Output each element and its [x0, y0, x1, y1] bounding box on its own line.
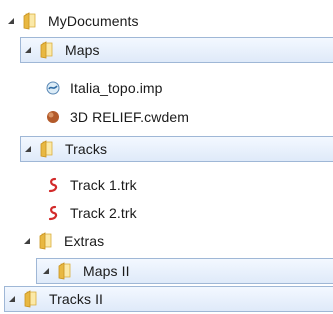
- folder-icon: [39, 140, 57, 158]
- tree-item-extras[interactable]: Extras: [20, 228, 220, 254]
- expander-arrow-icon[interactable]: [6, 16, 16, 26]
- expander-arrow-icon[interactable]: [23, 144, 33, 154]
- folder-icon: [23, 290, 41, 308]
- map-file-icon: [46, 81, 60, 95]
- tree-item-label: Maps: [65, 42, 100, 58]
- folder-icon: [57, 262, 75, 280]
- folder-icon: [22, 12, 40, 30]
- tree-item-tracks[interactable]: Tracks: [20, 136, 333, 162]
- track-file-icon: [48, 177, 58, 193]
- tree-item-label: Extras: [64, 233, 105, 249]
- tree-item-label: Tracks II: [49, 291, 104, 307]
- tree-item-label: 3D RELIEF.cwdem: [70, 109, 189, 125]
- tree-item-maps[interactable]: Maps: [20, 37, 333, 63]
- tree-item-3d-relief[interactable]: 3D RELIEF.cwdem: [44, 104, 294, 130]
- track-file-icon: [48, 205, 58, 221]
- expander-arrow-icon[interactable]: [41, 266, 51, 276]
- tree-item-maps-ii[interactable]: Maps II: [36, 258, 333, 284]
- tree-item-label: Italia_topo.imp: [70, 80, 163, 96]
- folder-icon: [38, 232, 56, 250]
- relief-file-icon: [47, 111, 59, 123]
- tree-item-track-2[interactable]: Track 2.trk: [44, 200, 244, 226]
- tree-item-italia-topo[interactable]: Italia_topo.imp: [44, 75, 294, 101]
- expander-arrow-icon[interactable]: [23, 45, 33, 55]
- tree-item-mydocuments[interactable]: MyDocuments: [4, 8, 304, 34]
- expander-arrow-icon[interactable]: [7, 294, 17, 304]
- tree-item-tracks-ii[interactable]: Tracks II: [4, 286, 333, 312]
- tree-item-label: MyDocuments: [48, 13, 139, 29]
- tree-item-label: Track 1.trk: [70, 177, 137, 193]
- folder-icon: [39, 41, 57, 59]
- expander-arrow-icon[interactable]: [22, 236, 32, 246]
- tree-item-label: Tracks: [65, 141, 108, 157]
- tree-item-label: Maps II: [83, 263, 130, 279]
- tree-item-label: Track 2.trk: [70, 205, 137, 221]
- tree-item-track-1[interactable]: Track 1.trk: [44, 172, 244, 198]
